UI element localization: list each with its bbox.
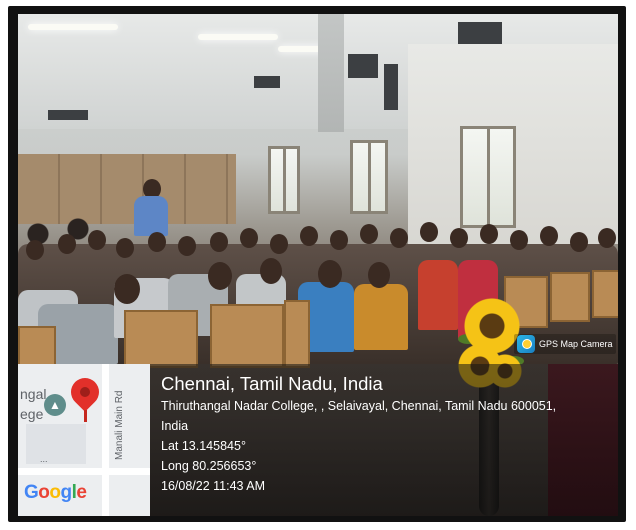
address-country: India [161,419,189,433]
map-block [26,424,86,464]
graduation-cap-icon: ▲ [44,394,66,416]
map-dots: ... [40,454,48,464]
road-label: Manali Main Rd [114,390,125,460]
vent [348,54,378,78]
longitude: Long 80.256653° [161,459,257,473]
photo-frame: GPS Map Camera ngal ege ▲ ... Manali Mai… [8,6,626,522]
map-pin-icon [65,372,105,412]
map-thumbnail: ngal ege ▲ ... Manali Main Rd Google [18,364,150,516]
badge-label: GPS Map Camera [539,339,613,349]
chair [550,272,590,322]
chair [210,304,284,368]
chair [124,310,198,368]
vent [254,76,280,88]
ceiling-light [28,24,118,30]
location-title: Chennai, Tamil Nadu, India [161,373,383,394]
chair [284,300,310,368]
gps-map-camera-icon [517,335,535,353]
address-line: Thiruthangal Nadar College, , Selaivayal… [161,399,557,413]
window [350,140,388,214]
speaker [384,64,398,110]
map-road [102,364,109,516]
ceiling-beam [318,14,344,132]
auditorium-photo: GPS Map Camera ngal ege ▲ ... Manali Mai… [18,14,618,516]
chair [592,270,618,318]
map-pin-tail [84,410,87,422]
map-road [18,468,150,475]
timestamp: 16/08/22 11:43 AM [161,479,266,493]
ceiling-light [198,34,278,40]
location-overlay: ngal ege ▲ ... Manali Main Rd Google Che… [18,364,618,516]
map-place-text: ege [20,406,44,422]
google-logo: Google [24,482,87,503]
map-place-text: ngal [20,386,47,402]
gps-map-camera-badge: GPS Map Camera [514,334,616,354]
latitude: Lat 13.145845° [161,439,246,453]
vent [48,110,88,120]
location-info: Chennai, Tamil Nadu, India Thiruthangal … [161,372,556,496]
